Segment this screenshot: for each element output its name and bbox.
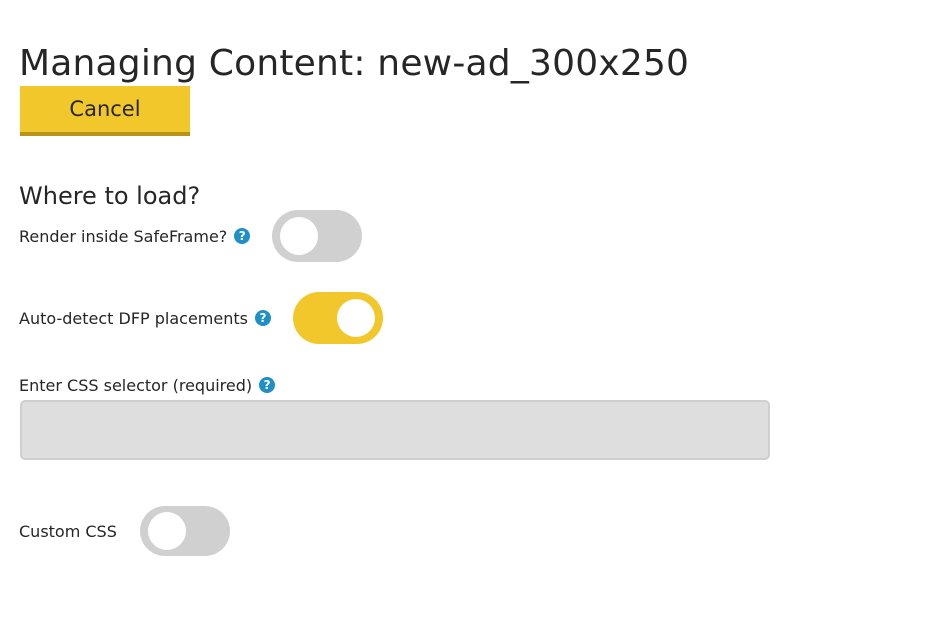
toggle-knob	[147, 512, 186, 550]
css-selector-input[interactable]	[20, 400, 770, 460]
page-title: Managing Content: new-ad_300x250	[19, 43, 690, 85]
custom-css-label: Custom CSS	[19, 521, 117, 541]
safeframe-label: Render inside SafeFrame?	[19, 226, 228, 246]
auto-detect-toggle[interactable]	[292, 292, 383, 344]
section-title: Where to load?	[19, 181, 201, 210]
toggle-knob	[280, 217, 319, 255]
question-circle-icon[interactable]: ?	[254, 310, 271, 326]
auto-detect-label: Auto-detect DFP placements	[19, 308, 248, 328]
question-circle-icon[interactable]: ?	[234, 228, 251, 244]
auto-detect-row: Auto-detect DFP placements ?	[19, 292, 383, 344]
css-selector-label-row: Enter CSS selector (required) ?	[19, 374, 276, 396]
cancel-button[interactable]: Cancel	[20, 86, 190, 136]
toggle-knob	[336, 299, 375, 337]
custom-css-toggle[interactable]	[139, 506, 230, 556]
question-circle-icon[interactable]: ?	[259, 377, 276, 393]
safeframe-toggle[interactable]	[272, 210, 363, 262]
safeframe-row: Render inside SafeFrame? ?	[19, 210, 363, 262]
custom-css-row: Custom CSS	[19, 506, 230, 556]
css-selector-label: Enter CSS selector (required)	[19, 375, 253, 395]
